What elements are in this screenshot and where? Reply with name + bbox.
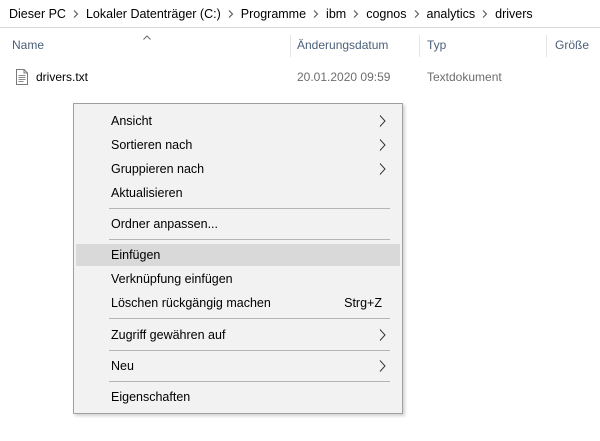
column-divider[interactable]: [546, 35, 547, 57]
breadcrumb-item-this-pc[interactable]: Dieser PC: [9, 7, 66, 21]
column-header-size[interactable]: Größe: [555, 38, 589, 52]
chevron-right-icon[interactable]: [407, 7, 427, 21]
breadcrumb-item-local-disk[interactable]: Lokaler Datenträger (C:): [86, 7, 221, 21]
menu-item-customize-folder[interactable]: Ordner anpassen...: [76, 213, 400, 235]
column-header-type[interactable]: Typ: [427, 38, 446, 52]
menu-item-undo-delete[interactable]: Löschen rückgängig machen Strg+Z: [76, 292, 400, 314]
menu-item-paste-shortcut[interactable]: Verknüpfung einfügen: [76, 268, 400, 290]
context-menu: Ansicht Sortieren nach Gruppieren nach A…: [73, 103, 403, 414]
menu-separator: [109, 239, 390, 240]
menu-item-label: Sortieren nach: [111, 138, 193, 152]
submenu-chevron-icon: [379, 329, 386, 344]
column-divider[interactable]: [290, 35, 291, 57]
submenu-chevron-icon: [379, 163, 386, 178]
menu-item-view[interactable]: Ansicht: [76, 110, 400, 132]
breadcrumb-item-analytics[interactable]: analytics: [427, 7, 476, 21]
column-divider[interactable]: [419, 35, 420, 57]
submenu-chevron-icon: [379, 115, 386, 130]
breadcrumb-item-ibm[interactable]: ibm: [326, 7, 346, 21]
submenu-chevron-icon: [379, 139, 386, 154]
menu-separator: [109, 318, 390, 319]
chevron-right-icon[interactable]: [66, 7, 86, 21]
menu-item-give-access[interactable]: Zugriff gewähren auf: [76, 324, 400, 346]
menu-item-sort-by[interactable]: Sortieren nach: [76, 134, 400, 156]
file-row[interactable]: drivers.txt 20.01.2020 09:59 Textdokumen…: [0, 66, 600, 88]
menu-item-label: Aktualisieren: [111, 186, 183, 200]
file-name[interactable]: drivers.txt: [36, 70, 88, 84]
menu-item-refresh[interactable]: Aktualisieren: [76, 182, 400, 204]
sort-ascending-icon: [143, 29, 151, 43]
chevron-right-icon[interactable]: [221, 7, 241, 21]
breadcrumb: Dieser PC Lokaler Datenträger (C:) Progr…: [0, 0, 600, 28]
menu-item-properties[interactable]: Eigenschaften: [76, 386, 400, 408]
menu-item-label: Neu: [111, 359, 134, 373]
menu-item-label: Verknüpfung einfügen: [111, 272, 233, 286]
file-type: Textdokument: [427, 70, 502, 84]
breadcrumb-item-drivers[interactable]: drivers: [495, 7, 533, 21]
menu-item-label: Eigenschaften: [111, 390, 191, 404]
menu-separator: [109, 208, 390, 209]
column-header-name[interactable]: Name: [12, 38, 44, 52]
chevron-right-icon[interactable]: [475, 7, 495, 21]
column-header-date[interactable]: Änderungsdatum: [297, 38, 388, 52]
chevron-right-icon[interactable]: [346, 7, 366, 21]
menu-item-label: Löschen rückgängig machen: [111, 296, 271, 310]
menu-item-shortcut: Strg+Z: [344, 296, 382, 310]
menu-item-label: Ansicht: [111, 114, 152, 128]
submenu-chevron-icon: [379, 360, 386, 375]
menu-item-paste[interactable]: Einfügen: [76, 244, 400, 266]
menu-separator: [109, 350, 390, 351]
file-date: 20.01.2020 09:59: [297, 70, 391, 84]
menu-item-label: Ordner anpassen...: [111, 217, 219, 231]
breadcrumb-item-cognos[interactable]: cognos: [366, 7, 406, 21]
menu-item-label: Einfügen: [111, 248, 161, 262]
menu-item-label: Zugriff gewähren auf: [111, 328, 226, 342]
menu-item-label: Gruppieren nach: [111, 162, 205, 176]
menu-item-new[interactable]: Neu: [76, 355, 400, 377]
chevron-right-icon[interactable]: [306, 7, 326, 21]
text-file-icon: [15, 69, 29, 88]
menu-separator: [109, 381, 390, 382]
menu-item-group-by[interactable]: Gruppieren nach: [76, 158, 400, 180]
breadcrumb-item-programme[interactable]: Programme: [241, 7, 306, 21]
